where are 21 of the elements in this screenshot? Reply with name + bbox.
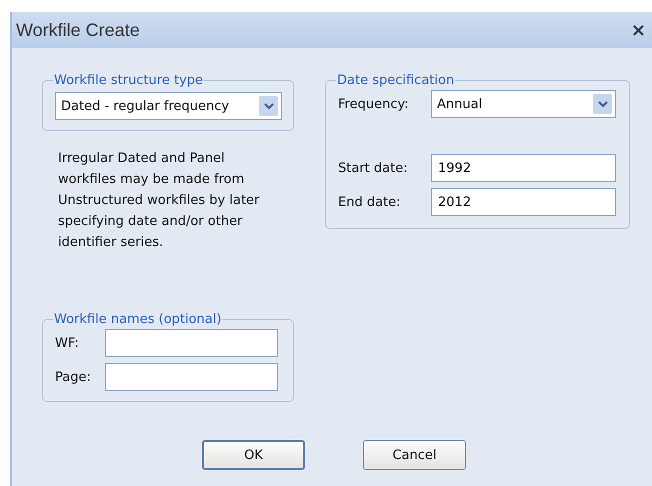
close-button[interactable]: × xyxy=(630,20,646,40)
field-label: Frequency: xyxy=(338,96,410,112)
caret-icon xyxy=(593,94,612,114)
field-label: Start date: xyxy=(338,160,409,176)
dropdown[interactable]: Dated - regular frequency xyxy=(55,92,282,120)
dropdown[interactable]: Annual xyxy=(431,90,616,118)
group-legend: Workfile names (optional) xyxy=(53,312,222,327)
description-text: Irregular Dated and Panel workfiles may be made from Unstructured workfiles by later specifying date and/or other identifier series. xyxy=(58,150,260,252)
group-legend: Workfile structure type xyxy=(53,73,204,88)
window-title: Workfile Create xyxy=(16,20,140,40)
caret-icon xyxy=(259,96,278,116)
field-label: Page: xyxy=(55,370,92,384)
text-field[interactable] xyxy=(105,329,278,357)
ok-button[interactable]: OK xyxy=(202,440,305,470)
text-field[interactable]: 2012 xyxy=(431,188,616,216)
text-field[interactable] xyxy=(105,363,278,391)
cancel-button[interactable]: Cancel xyxy=(363,440,466,470)
group-legend: Date specification xyxy=(336,73,456,88)
text-field[interactable]: 1992 xyxy=(431,154,616,182)
field-label: End date: xyxy=(338,194,402,210)
field-label: WF: xyxy=(55,336,80,350)
